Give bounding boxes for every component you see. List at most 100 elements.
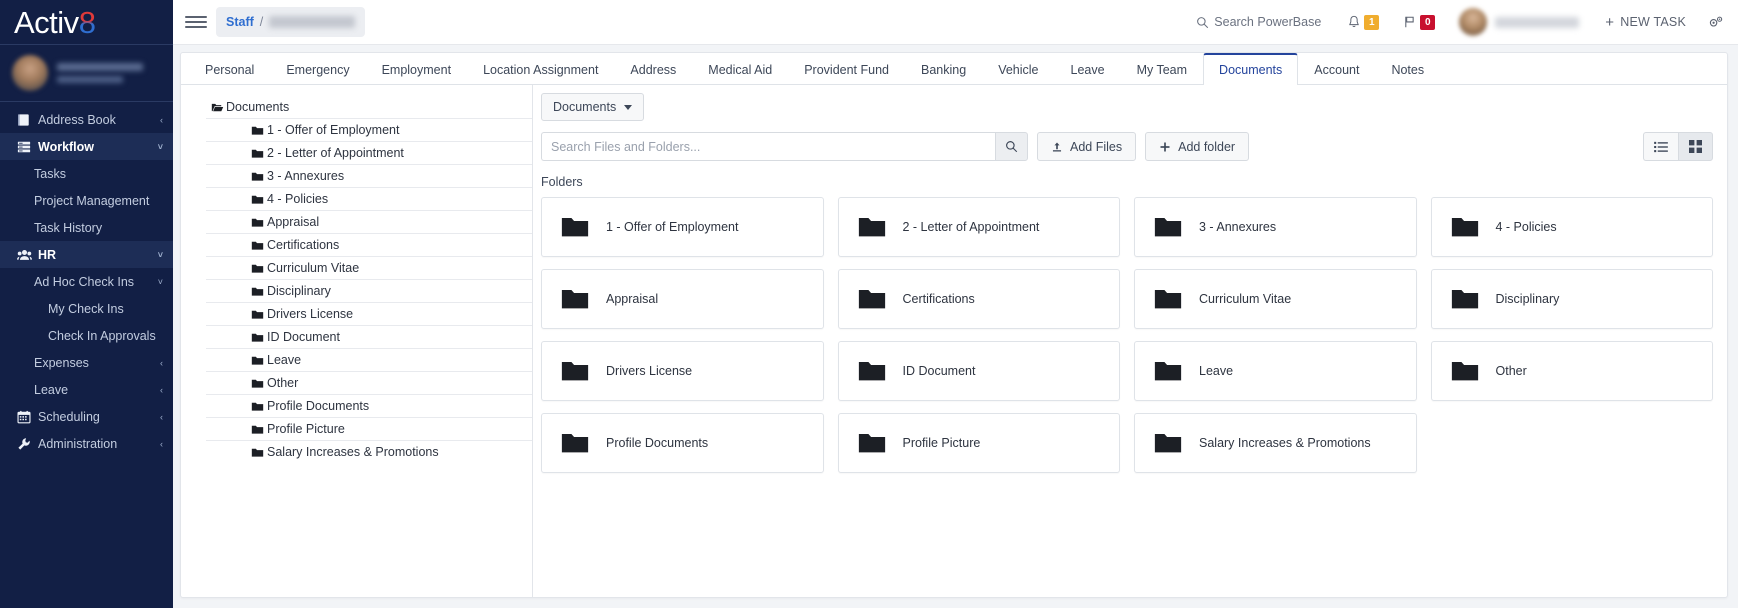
tab-my-team[interactable]: My Team bbox=[1121, 54, 1203, 85]
tree-item[interactable]: 3 - Annexures bbox=[206, 164, 532, 187]
tab-location-assignment[interactable]: Location Assignment bbox=[467, 54, 614, 85]
tab-leave[interactable]: Leave bbox=[1055, 54, 1121, 85]
sidebar-item-project-management[interactable]: Project Management bbox=[0, 187, 173, 214]
menu-toggle-icon[interactable] bbox=[185, 16, 207, 28]
sidebar-item-label: Workflow bbox=[38, 139, 95, 154]
folders-section-label: Folders bbox=[541, 175, 583, 189]
tree-item-label: 4 - Policies bbox=[267, 192, 329, 206]
folder-card-label: Appraisal bbox=[606, 292, 659, 306]
folder-card[interactable]: Appraisal bbox=[541, 269, 824, 329]
sidebar-item-address-book[interactable]: Address Book ‹ bbox=[0, 106, 173, 133]
tree-item[interactable]: Drivers License bbox=[206, 302, 532, 325]
tree-item[interactable]: Profile Documents bbox=[206, 394, 532, 417]
tree-item-label: 1 - Offer of Employment bbox=[267, 123, 400, 137]
sidebar-item-label: Project Management bbox=[34, 193, 150, 208]
sidebar-item-my-check-ins[interactable]: My Check Ins bbox=[0, 295, 173, 322]
tab-notes[interactable]: Notes bbox=[1375, 54, 1440, 85]
search-powerbase-button[interactable]: Search PowerBase bbox=[1196, 15, 1321, 29]
folder-card[interactable]: Curriculum Vitae bbox=[1134, 269, 1417, 329]
folder-card[interactable]: Leave bbox=[1134, 341, 1417, 401]
tab-medical-aid[interactable]: Medical Aid bbox=[692, 54, 788, 85]
folder-card[interactable]: Disciplinary bbox=[1430, 269, 1713, 329]
plus-icon bbox=[1160, 142, 1170, 151]
new-task-button[interactable]: + NEW TASK bbox=[1605, 14, 1686, 31]
documents-dropdown[interactable]: Documents bbox=[541, 93, 645, 121]
sidebar-item-label: Tasks bbox=[34, 166, 66, 181]
folder-icon bbox=[251, 400, 264, 413]
flags-button[interactable]: 0 bbox=[1403, 14, 1436, 30]
sidebar-item-ad-hoc-check-ins[interactable]: Ad Hoc Check Ins ˅ bbox=[0, 268, 173, 295]
folder-tree-panel: Documents 1 - Offer of Employment 2 - Let… bbox=[181, 85, 533, 597]
grid-view-button[interactable] bbox=[1678, 132, 1713, 161]
folder-icon bbox=[251, 331, 264, 344]
flag-count-badge: 0 bbox=[1420, 14, 1436, 30]
tree-item[interactable]: 2 - Letter of Appointment bbox=[206, 141, 532, 164]
tree-item[interactable]: ID Document bbox=[206, 325, 532, 348]
tree-item[interactable]: 4 - Policies bbox=[206, 187, 532, 210]
folder-card[interactable]: 1 - Offer of Employment bbox=[541, 197, 824, 257]
folder-open-icon bbox=[211, 101, 224, 114]
search-submit-button[interactable] bbox=[995, 132, 1028, 161]
folder-card[interactable]: Other bbox=[1430, 341, 1713, 401]
tab-account[interactable]: Account bbox=[1298, 54, 1375, 85]
sidebar-item-leave[interactable]: Leave ‹ bbox=[0, 376, 173, 403]
tab-documents[interactable]: Documents bbox=[1203, 53, 1299, 85]
tree-item[interactable]: Appraisal bbox=[206, 210, 532, 233]
folder-card[interactable]: Profile Documents bbox=[541, 413, 824, 473]
tab-personal[interactable]: Personal bbox=[189, 54, 270, 85]
tree-item[interactable]: 1 - Offer of Employment bbox=[206, 118, 532, 141]
tree-root-documents[interactable]: Documents bbox=[181, 97, 532, 118]
folder-icon bbox=[251, 446, 264, 459]
plus-icon: + bbox=[1605, 13, 1615, 31]
sidebar-item-expenses[interactable]: Expenses ‹ bbox=[0, 349, 173, 376]
tab-vehicle[interactable]: Vehicle bbox=[982, 54, 1054, 85]
sidebar-item-tasks[interactable]: Tasks bbox=[0, 160, 173, 187]
folder-card[interactable]: 2 - Letter of Appointment bbox=[837, 197, 1120, 257]
tab-address[interactable]: Address bbox=[614, 54, 692, 85]
folder-card[interactable]: 4 - Policies bbox=[1430, 197, 1713, 257]
chevron-down-icon: ˅ bbox=[157, 141, 163, 152]
sidebar-item-check-in-approvals[interactable]: Check In Approvals bbox=[0, 322, 173, 349]
tree-item[interactable]: Salary Increases & Promotions bbox=[206, 440, 532, 463]
folder-card[interactable]: Profile Picture bbox=[837, 413, 1120, 473]
folder-card[interactable]: Certifications bbox=[837, 269, 1120, 329]
add-files-button[interactable]: Add Files bbox=[1037, 132, 1137, 161]
tree-item[interactable]: Other bbox=[206, 371, 532, 394]
tab-employment[interactable]: Employment bbox=[366, 54, 467, 85]
list-view-button[interactable] bbox=[1643, 132, 1678, 161]
sidebar-item-task-history[interactable]: Task History bbox=[0, 214, 173, 241]
sidebar-user-meta bbox=[57, 63, 143, 83]
tree-item[interactable]: Profile Picture bbox=[206, 417, 532, 440]
add-folder-button[interactable]: Add folder bbox=[1145, 132, 1250, 161]
avatar[interactable] bbox=[1459, 8, 1488, 36]
sidebar-item-administration[interactable]: Administration ‹ bbox=[0, 430, 173, 457]
folder-card[interactable]: Salary Increases & Promotions bbox=[1134, 413, 1417, 473]
top-bar-actions: Search PowerBase 1 0 + NEW TASK bbox=[1196, 8, 1724, 36]
folder-card[interactable]: Drivers License bbox=[541, 341, 824, 401]
tab-banking[interactable]: Banking bbox=[905, 54, 982, 85]
search-input[interactable] bbox=[541, 132, 995, 161]
tree-item-label: Profile Picture bbox=[267, 422, 345, 436]
notification-count-badge: 1 bbox=[1364, 14, 1380, 30]
tree-item[interactable]: Curriculum Vitae bbox=[206, 256, 532, 279]
folder-card[interactable]: 3 - Annexures bbox=[1134, 197, 1417, 257]
settings-button[interactable] bbox=[1708, 15, 1724, 29]
sidebar-user-profile[interactable] bbox=[0, 45, 173, 102]
tree-item[interactable]: Certifications bbox=[206, 233, 532, 256]
tree-item[interactable]: Leave bbox=[206, 348, 532, 371]
breadcrumb-item-staff[interactable]: Staff bbox=[226, 15, 254, 29]
tab-emergency[interactable]: Emergency bbox=[270, 54, 365, 85]
sidebar-item-scheduling[interactable]: Scheduling ‹ bbox=[0, 403, 173, 430]
app-root: Activ8 Address Book ‹ Workflow ˅ Tasks Projec… bbox=[0, 0, 1738, 608]
sidebar-item-workflow[interactable]: Workflow ˅ bbox=[0, 133, 173, 160]
tab-provident-fund[interactable]: Provident Fund bbox=[788, 54, 905, 85]
folder-icon bbox=[560, 284, 590, 314]
tree-item-label: Profile Documents bbox=[267, 399, 370, 413]
sidebar-item-hr[interactable]: HR ˅ bbox=[0, 241, 173, 268]
folder-card[interactable]: ID Document bbox=[837, 341, 1120, 401]
tree-item[interactable]: Disciplinary bbox=[206, 279, 532, 302]
tree-item-label: ID Document bbox=[267, 330, 340, 344]
notifications-button[interactable]: 1 bbox=[1347, 14, 1380, 30]
brand-logo[interactable]: Activ8 bbox=[0, 0, 173, 45]
flag-icon bbox=[1405, 16, 1414, 28]
